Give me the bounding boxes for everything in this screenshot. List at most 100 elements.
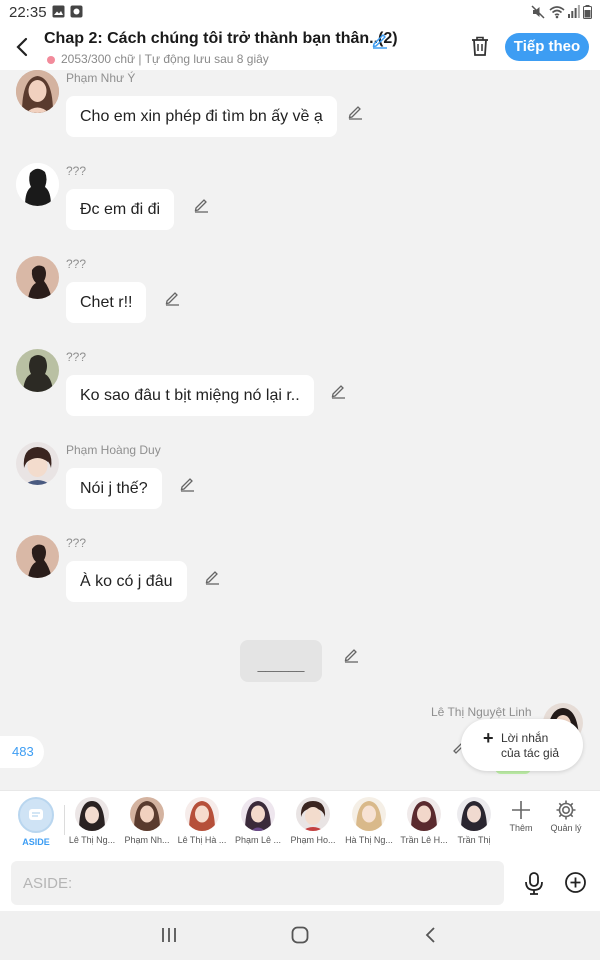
edit-pencil-icon[interactable] bbox=[343, 646, 360, 663]
character-portrait-icon bbox=[457, 797, 491, 831]
character-item[interactable]: Lê Thị Hà ... bbox=[174, 797, 230, 845]
edit-pencil-icon[interactable] bbox=[330, 382, 347, 399]
word-count-autosave: 2053/300 chữ | Tự động lưu sau 8 giây bbox=[47, 52, 269, 66]
message-bubble[interactable]: Nói j thế? bbox=[66, 468, 162, 509]
edit-title-pencil-icon[interactable] bbox=[371, 31, 389, 49]
message-bubble[interactable]: Đc em đi đi bbox=[66, 189, 175, 230]
edit-pencil-icon[interactable] bbox=[164, 289, 181, 306]
signal-icon bbox=[568, 5, 580, 18]
add-character-button[interactable]: Thêm bbox=[499, 799, 543, 833]
character-item[interactable]: Hà Thị Ng... bbox=[341, 797, 397, 845]
sender-name: Phạm Như Ý bbox=[66, 71, 136, 85]
character-aside[interactable]: ASIDE bbox=[8, 797, 64, 847]
character-name: Phạm Ho... bbox=[290, 835, 336, 845]
character-avatar bbox=[352, 797, 386, 831]
aside-avatar bbox=[18, 797, 54, 833]
plus-icon bbox=[512, 801, 530, 819]
recent-apps-icon[interactable] bbox=[160, 925, 178, 945]
trash-icon[interactable] bbox=[470, 35, 490, 57]
add-label: Thêm bbox=[509, 823, 533, 833]
character-item[interactable]: Trần Thị bbox=[446, 797, 502, 845]
character-avatar bbox=[75, 797, 109, 831]
wifi-icon bbox=[549, 6, 565, 19]
character-avatar bbox=[457, 797, 491, 831]
aside-input[interactable] bbox=[11, 861, 504, 905]
chat-bubble-icon bbox=[29, 809, 43, 820]
app-notification-icon bbox=[70, 5, 83, 18]
avatar[interactable] bbox=[16, 256, 59, 299]
back-nav-icon[interactable] bbox=[423, 925, 439, 945]
avatar[interactable] bbox=[16, 70, 59, 113]
mute-icon bbox=[531, 5, 545, 19]
image-icon bbox=[52, 5, 65, 18]
app-header: Chap 2: Cách chúng tôi trở thành bạn thâ… bbox=[0, 24, 600, 70]
input-bar bbox=[0, 855, 600, 911]
character-avatar bbox=[407, 797, 441, 831]
edit-pencil-icon[interactable] bbox=[347, 103, 364, 120]
character-avatar bbox=[296, 797, 330, 831]
manage-characters-button[interactable]: Quản lý bbox=[544, 799, 588, 833]
silhouette-icon bbox=[16, 349, 59, 392]
character-name: Phạm Lê ... bbox=[234, 835, 282, 845]
silhouette-icon bbox=[16, 256, 59, 299]
character-avatar bbox=[185, 797, 219, 831]
silhouette-icon bbox=[16, 535, 59, 578]
plus-icon: + bbox=[483, 728, 494, 748]
right-sender-name: Lê Thị Nguyệt Linh bbox=[431, 705, 532, 719]
back-arrow-icon[interactable] bbox=[12, 35, 32, 59]
character-portrait-icon bbox=[407, 797, 441, 831]
edit-pencil-icon[interactable] bbox=[193, 196, 210, 213]
character-item[interactable]: Trần Lê H... bbox=[396, 797, 452, 845]
character-selector-bar: ASIDE Lê Thị Ng... Phạm Nh... Lê Thị Hà … bbox=[0, 790, 600, 855]
autosave-dot-icon bbox=[47, 55, 55, 64]
message-bubble[interactable]: À ko có j đâu bbox=[66, 561, 187, 602]
avatar[interactable] bbox=[16, 442, 59, 485]
sender-name: Phạm Hoàng Duy bbox=[66, 443, 161, 457]
silhouette-icon bbox=[16, 163, 59, 206]
avatar[interactable] bbox=[16, 349, 59, 392]
character-portrait-icon bbox=[241, 797, 275, 831]
character-name: ASIDE bbox=[22, 837, 50, 847]
character-name: Trần Thị bbox=[457, 835, 491, 845]
character-name: Lê Thị Ng... bbox=[68, 835, 116, 845]
character-portrait-icon bbox=[130, 797, 164, 831]
character-portrait-icon bbox=[352, 797, 386, 831]
character-item[interactable]: Phạm Ho... bbox=[285, 797, 341, 845]
character-item[interactable]: Lê Thị Ng... bbox=[64, 797, 120, 845]
character-portrait-icon bbox=[185, 797, 219, 831]
word-count-badge[interactable]: 483 bbox=[0, 736, 44, 768]
character-portrait-icon bbox=[16, 70, 59, 113]
character-item[interactable]: Phạm Lê ... bbox=[230, 797, 286, 845]
author-note-button[interactable]: + Lời nhắn của tác giả bbox=[461, 719, 583, 771]
sender-name: ??? bbox=[66, 257, 87, 271]
edit-pencil-icon[interactable] bbox=[179, 475, 196, 492]
character-name: Phạm Nh... bbox=[124, 835, 170, 845]
next-button[interactable]: Tiếp theo bbox=[505, 33, 589, 61]
character-portrait-icon bbox=[75, 797, 109, 831]
character-name: Trần Lê H... bbox=[400, 835, 448, 845]
add-circle-icon[interactable] bbox=[564, 871, 587, 894]
edit-pencil-icon[interactable] bbox=[204, 568, 221, 585]
scene-divider-bubble[interactable]: ______ bbox=[240, 640, 322, 682]
avatar[interactable] bbox=[16, 163, 59, 206]
author-note-line2: của tác giả bbox=[501, 746, 560, 760]
microphone-icon[interactable] bbox=[523, 871, 545, 895]
status-bar: 22:35 bbox=[0, 0, 600, 24]
character-item[interactable]: Phạm Nh... bbox=[119, 797, 175, 845]
sender-name: ??? bbox=[66, 536, 87, 550]
chapter-title: Chap 2: Cách chúng tôi trở thành bạn thâ… bbox=[44, 30, 398, 47]
message-bubble[interactable]: Chet r!! bbox=[66, 282, 147, 323]
avatar[interactable] bbox=[16, 535, 59, 578]
message-bubble[interactable]: Cho em xin phép đi tìm bn ấy về ạ bbox=[66, 96, 337, 137]
status-time: 22:35 bbox=[9, 4, 47, 21]
manage-label: Quản lý bbox=[550, 823, 582, 833]
character-avatar bbox=[130, 797, 164, 831]
system-nav-bar bbox=[0, 911, 600, 960]
subtitle-text: 2053/300 chữ | Tự động lưu sau 8 giây bbox=[61, 52, 269, 66]
home-icon[interactable] bbox=[290, 925, 310, 945]
character-portrait-icon bbox=[16, 442, 59, 485]
sender-name: ??? bbox=[66, 164, 87, 178]
gear-icon bbox=[556, 800, 576, 820]
character-name: Lê Thị Hà ... bbox=[177, 835, 227, 845]
message-bubble[interactable]: Ko sao đâu t bịt miệng nó lại r.. bbox=[66, 375, 314, 416]
